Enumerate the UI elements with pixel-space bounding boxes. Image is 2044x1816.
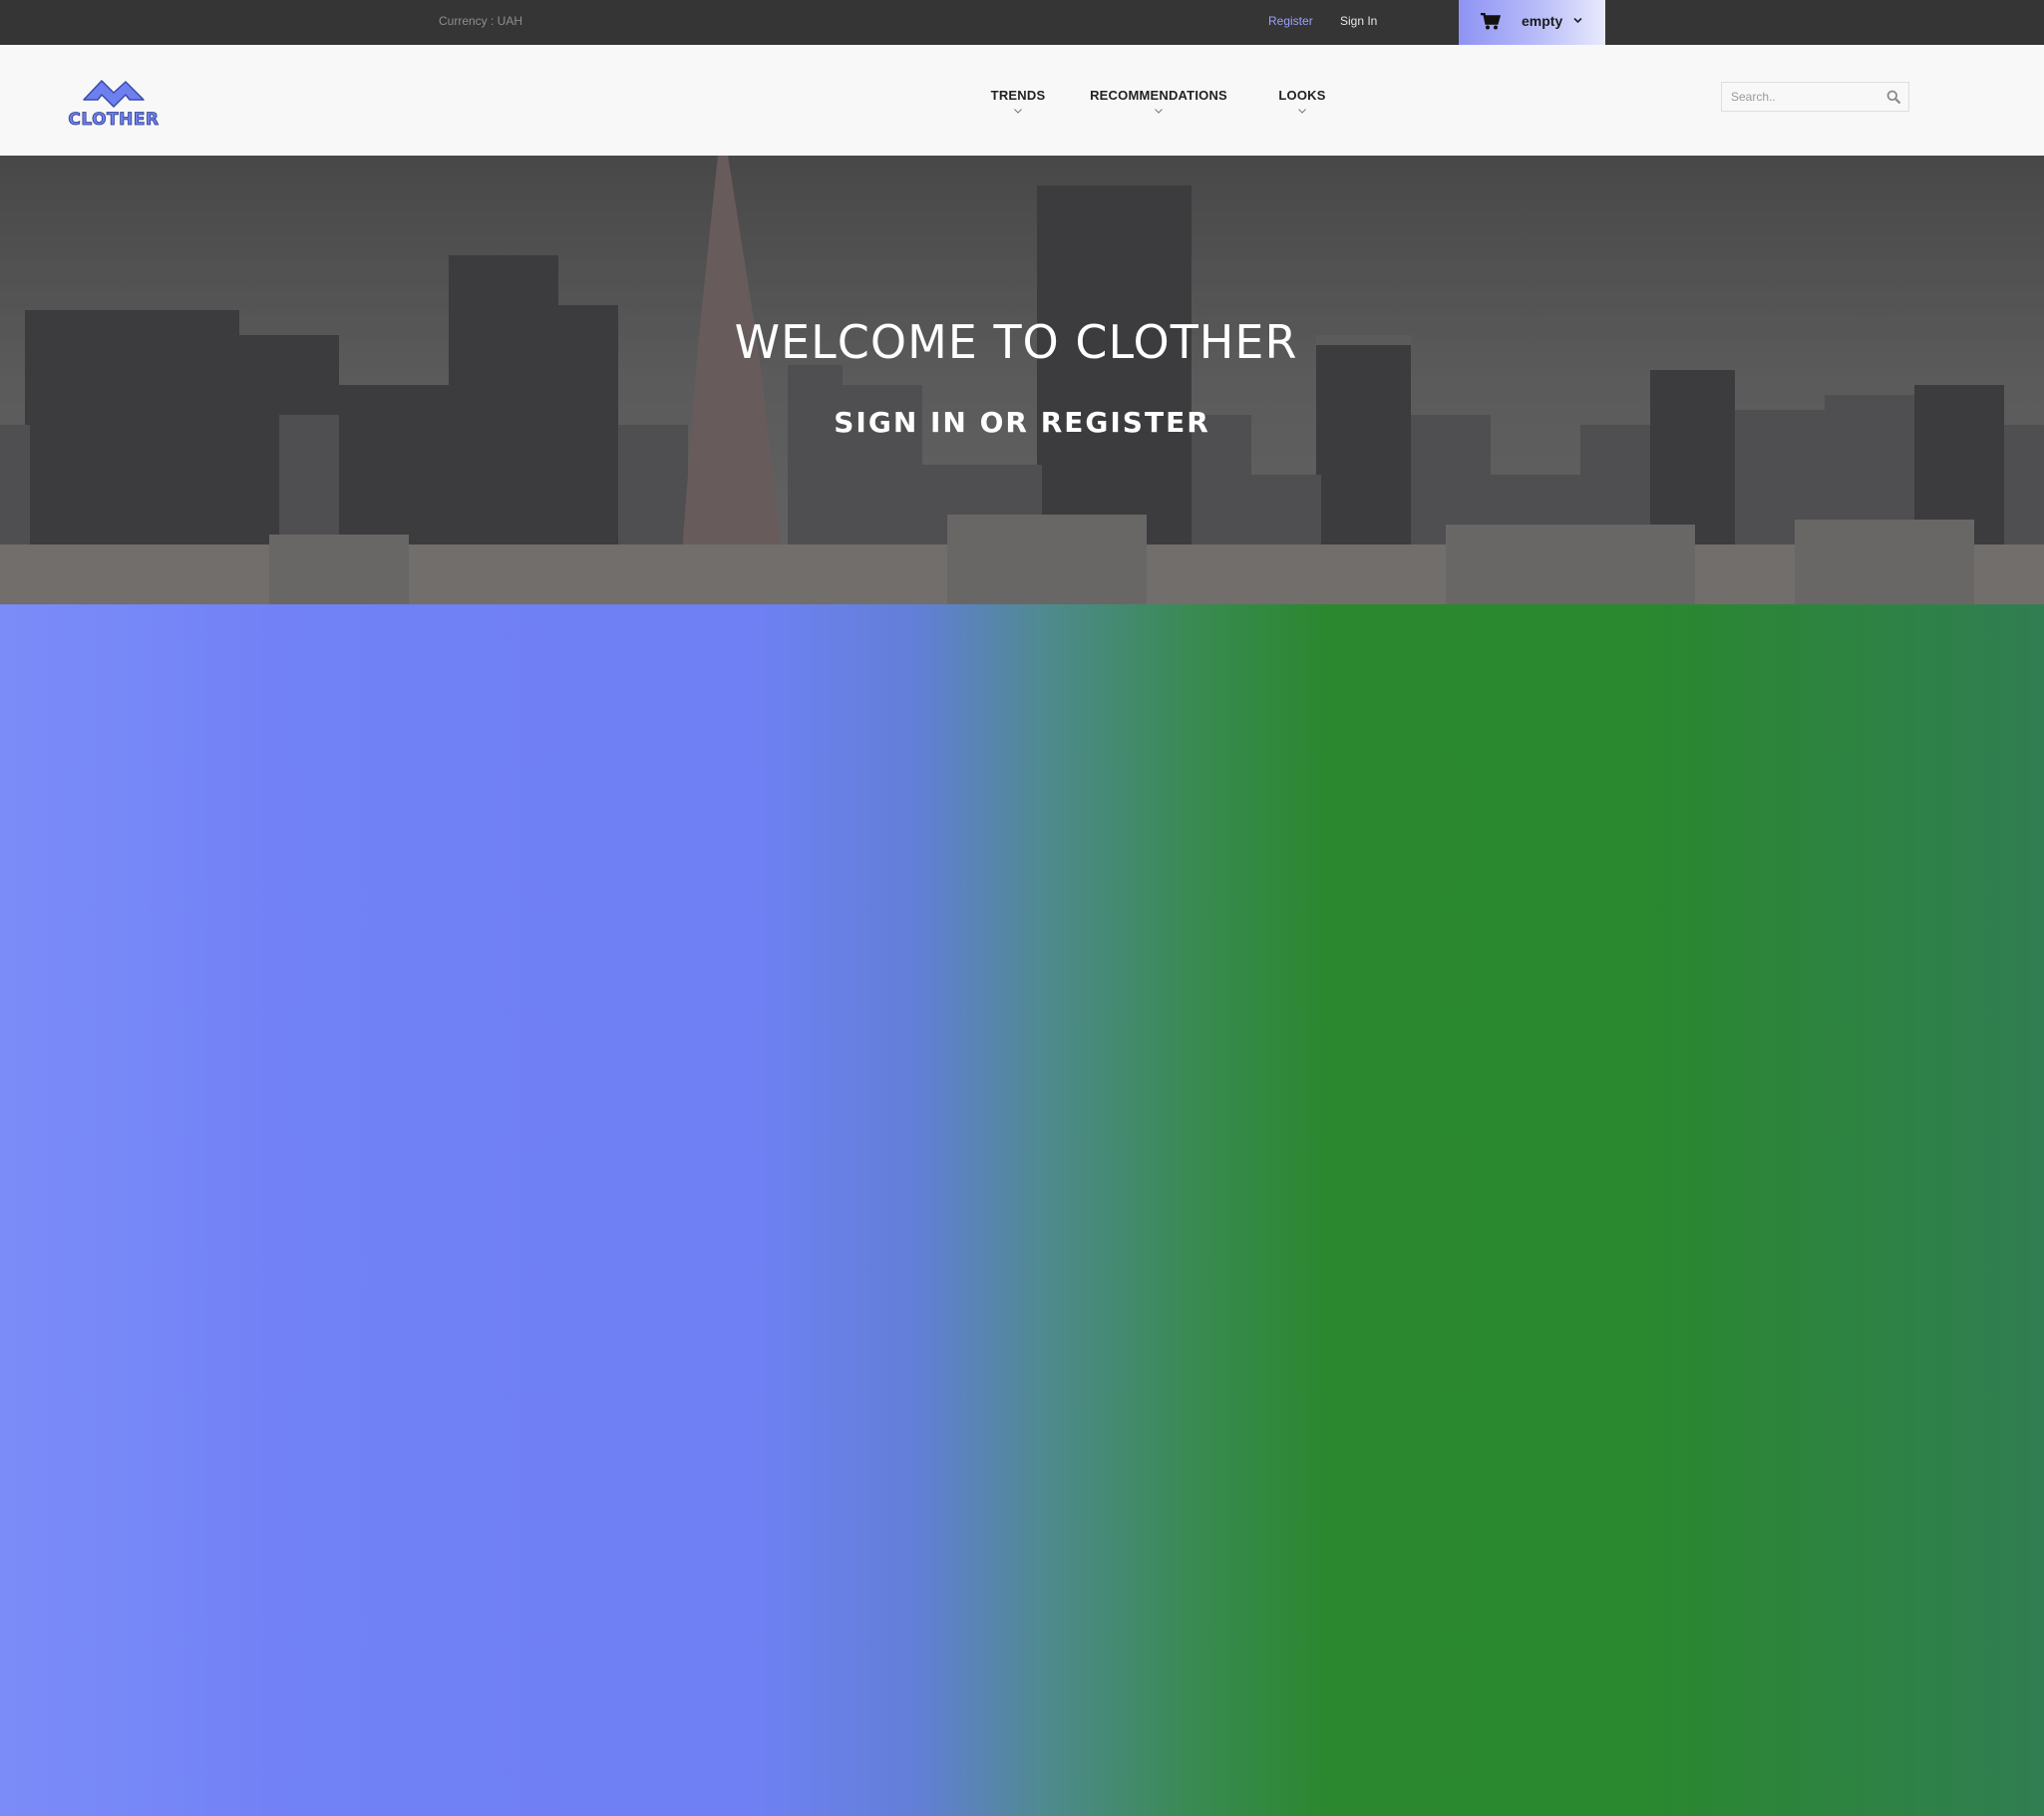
nav-trends[interactable]: TRENDS: [987, 45, 1049, 156]
chevron-down-icon: [1014, 109, 1022, 114]
chevron-down-icon: [1573, 17, 1582, 24]
chevron-down-icon: [1298, 109, 1306, 114]
register-link[interactable]: Register: [1268, 0, 1313, 45]
top-bar: Currency : UAH Register Sign In empty: [0, 0, 2044, 45]
sign-in-link[interactable]: Sign In: [1340, 0, 1377, 45]
nav-recommendations-label: RECOMMENDATIONS: [1090, 88, 1227, 103]
nav-recommendations[interactable]: RECOMMENDATIONS: [1085, 45, 1232, 156]
cart-status: empty: [1522, 13, 1563, 29]
search-icon[interactable]: [1886, 90, 1900, 104]
cart-button[interactable]: empty: [1459, 0, 1605, 45]
nav-trends-label: TRENDS: [990, 88, 1046, 103]
hero-overlay: [0, 156, 2044, 604]
logo-text: CLOTHER: [68, 110, 159, 130]
currency-selector[interactable]: Currency : UAH: [439, 0, 522, 45]
chevron-down-icon: [1155, 109, 1163, 114]
logo-wordmark: CLOTHER: [68, 110, 159, 131]
cart-icon: [1481, 13, 1501, 30]
hero-title: WELCOME TO CLOTHER: [734, 315, 1298, 369]
logo[interactable]: CLOTHER: [64, 65, 164, 135]
nav-looks-label: LOOKS: [1278, 88, 1326, 103]
hero-subtitle[interactable]: SIGN IN OR REGISTER: [0, 406, 2044, 439]
gradient-background: [0, 604, 2044, 1816]
search-input[interactable]: [1722, 83, 1872, 111]
search-box: [1721, 82, 1909, 112]
hero-banner: WELCOME TO CLOTHER SIGN IN OR REGISTER: [0, 156, 2044, 604]
main-header: CLOTHER TRENDS RECOMMENDATIONS LOOKS: [0, 45, 2044, 156]
logo-mark: CLOTHER: [68, 80, 159, 131]
nav-looks[interactable]: LOOKS: [1276, 45, 1328, 156]
